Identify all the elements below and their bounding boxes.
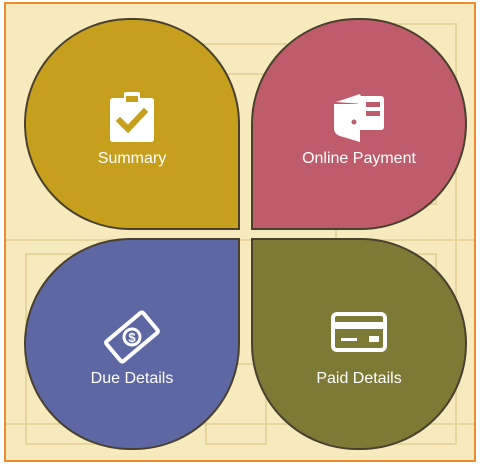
paid-details-label: Paid Details: [316, 370, 402, 387]
wallet-icon: [334, 94, 384, 142]
svg-text:$: $: [128, 330, 136, 345]
summary-tile[interactable]: Summary: [24, 18, 240, 230]
due-details-label: Due Details: [90, 370, 174, 387]
paid-details-tile[interactable]: Paid Details: [251, 238, 467, 450]
dashboard-frame: Summary Online Payment $ Due Details Pai…: [4, 2, 476, 462]
online-payment-label: Online Payment: [302, 150, 416, 167]
due-details-tile[interactable]: $ Due Details: [24, 238, 240, 450]
clipboard-check-icon: [110, 92, 154, 142]
credit-card-icon: [331, 312, 387, 352]
summary-label: Summary: [97, 150, 167, 167]
online-payment-tile[interactable]: Online Payment: [251, 18, 467, 230]
banknote-dollar-icon: $: [104, 310, 160, 364]
